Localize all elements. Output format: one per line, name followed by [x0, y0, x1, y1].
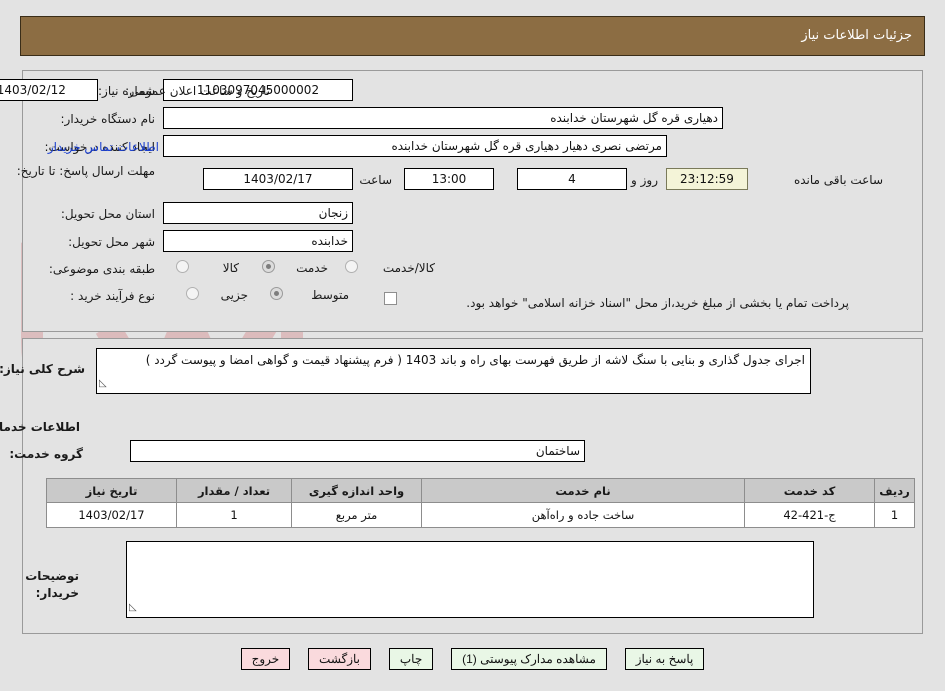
window-title-bar: جزئیات اطلاعات نیاز: [20, 16, 925, 56]
remaining-countdown-value: 23:12:59: [666, 168, 748, 190]
footer-button-bar: پاسخ به نیاز مشاهده مدارک پیوستی (1) چاپ…: [0, 648, 945, 680]
buyer-notes-textarea[interactable]: ◺: [126, 541, 814, 618]
general-description-textarea[interactable]: اجرای جدول گذاری و بنایی با سنگ لاشه از …: [96, 348, 811, 394]
cell-name: ساخت جاده و راه‌آهن: [421, 502, 745, 528]
service-group-value: ساختمان: [130, 440, 585, 462]
cell-quantity: 1: [176, 502, 292, 528]
deadline-hour-value: 13:00: [404, 168, 494, 190]
city-label: شهر محل تحویل:: [68, 235, 155, 249]
province-label: استان محل تحویل:: [60, 207, 155, 221]
resize-grip-icon-2[interactable]: ◺: [129, 599, 137, 617]
radio-process-motavaset[interactable]: [270, 287, 283, 300]
category-option-label-2: کالا/خدمت: [382, 261, 435, 275]
cell-unit: متر مربع: [291, 502, 422, 528]
buyer-notes-label: توضیحات خریدار:: [25, 569, 79, 600]
buyer-contact-link[interactable]: اطلاعات تماس خریدار: [48, 140, 159, 154]
print-button[interactable]: چاپ: [388, 648, 434, 670]
creator-value: مرتضی نصری دهیار دهیاری قره گل شهرستان خ…: [163, 135, 667, 157]
city-value: خدابنده: [163, 230, 353, 252]
cell-index: 1: [874, 502, 915, 528]
public-announce-label: تاریخ و ساعت اعلان عمومی:: [125, 84, 270, 98]
cell-date: 1403/02/17: [46, 502, 177, 528]
process-label: نوع فرآیند خرید :: [70, 289, 155, 303]
radio-process-jozii[interactable]: [186, 287, 199, 300]
deadline-hour-label: ساعت: [359, 173, 392, 187]
table-header-row: ردیف کد خدمت نام خدمت واحد اندازه گیری ت…: [46, 478, 915, 503]
process-option-label-1: متوسط: [311, 288, 349, 302]
col-header-name: نام خدمت: [421, 478, 745, 503]
col-header-code: کد خدمت: [744, 478, 875, 503]
resize-grip-icon[interactable]: ◺: [99, 375, 107, 393]
table-row[interactable]: 1 ج-421-42 ساخت جاده و راه‌آهن متر مربع …: [46, 502, 915, 528]
exit-button[interactable]: خروج: [240, 648, 291, 670]
buyer-org-label: نام دستگاه خریدار:: [60, 112, 156, 126]
respond-to-need-button[interactable]: پاسخ به نیاز: [624, 648, 705, 670]
province-value: زنجان: [163, 202, 353, 224]
page-root: AriaTender.net جزئیات اطلاعات نیاز شماره…: [0, 0, 945, 691]
deadline-label: مهلت ارسال پاسخ: تا تاریخ:: [16, 164, 155, 178]
col-header-quantity: تعداد / مقدار: [176, 478, 292, 503]
deadline-date-value: 1403/02/17: [203, 168, 353, 190]
remaining-suffix-label: ساعت باقی مانده: [793, 173, 883, 187]
col-header-index: ردیف: [874, 478, 915, 503]
treasury-documents-checkbox[interactable]: [384, 292, 397, 305]
radio-category-kala-khedmat[interactable]: [345, 260, 358, 273]
back-button[interactable]: بازگشت: [308, 648, 372, 670]
buyer-org-value: دهیاری قره گل شهرستان خدابنده: [163, 107, 723, 129]
services-section-title: اطلاعات خدمات مورد نیاز: [0, 420, 80, 434]
process-option-label-0: جزیی: [220, 288, 248, 302]
public-announce-value: 1403/02/12 - 12:54: [0, 79, 98, 101]
radio-category-kala[interactable]: [176, 260, 189, 273]
treasury-note-text: پرداخت تمام یا بخشی از مبلغ خرید،از محل …: [466, 296, 849, 310]
general-description-value: اجرای جدول گذاری و بنایی با سنگ لاشه از …: [145, 353, 805, 367]
category-label: طبقه بندی موضوعی:: [48, 262, 155, 276]
general-description-label: شرح کلی نیاز:: [0, 362, 85, 376]
services-table: ردیف کد خدمت نام خدمت واحد اندازه گیری ت…: [46, 478, 915, 528]
remaining-days-value: 4: [517, 168, 627, 190]
page-title: جزئیات اطلاعات نیاز: [801, 28, 912, 43]
view-attachments-button[interactable]: مشاهده مدارک پیوستی (1): [451, 648, 607, 670]
col-header-date: تاریخ نیاز: [46, 478, 177, 503]
service-group-label: گروه خدمت:: [9, 447, 83, 461]
remaining-days-sep: روز و: [631, 173, 658, 187]
radio-category-khedmat[interactable]: [262, 260, 275, 273]
cell-code: ج-421-42: [744, 502, 875, 528]
category-option-label-0: کالا: [222, 261, 239, 275]
category-option-label-1: خدمت: [296, 261, 328, 275]
col-header-unit: واحد اندازه گیری: [291, 478, 422, 503]
